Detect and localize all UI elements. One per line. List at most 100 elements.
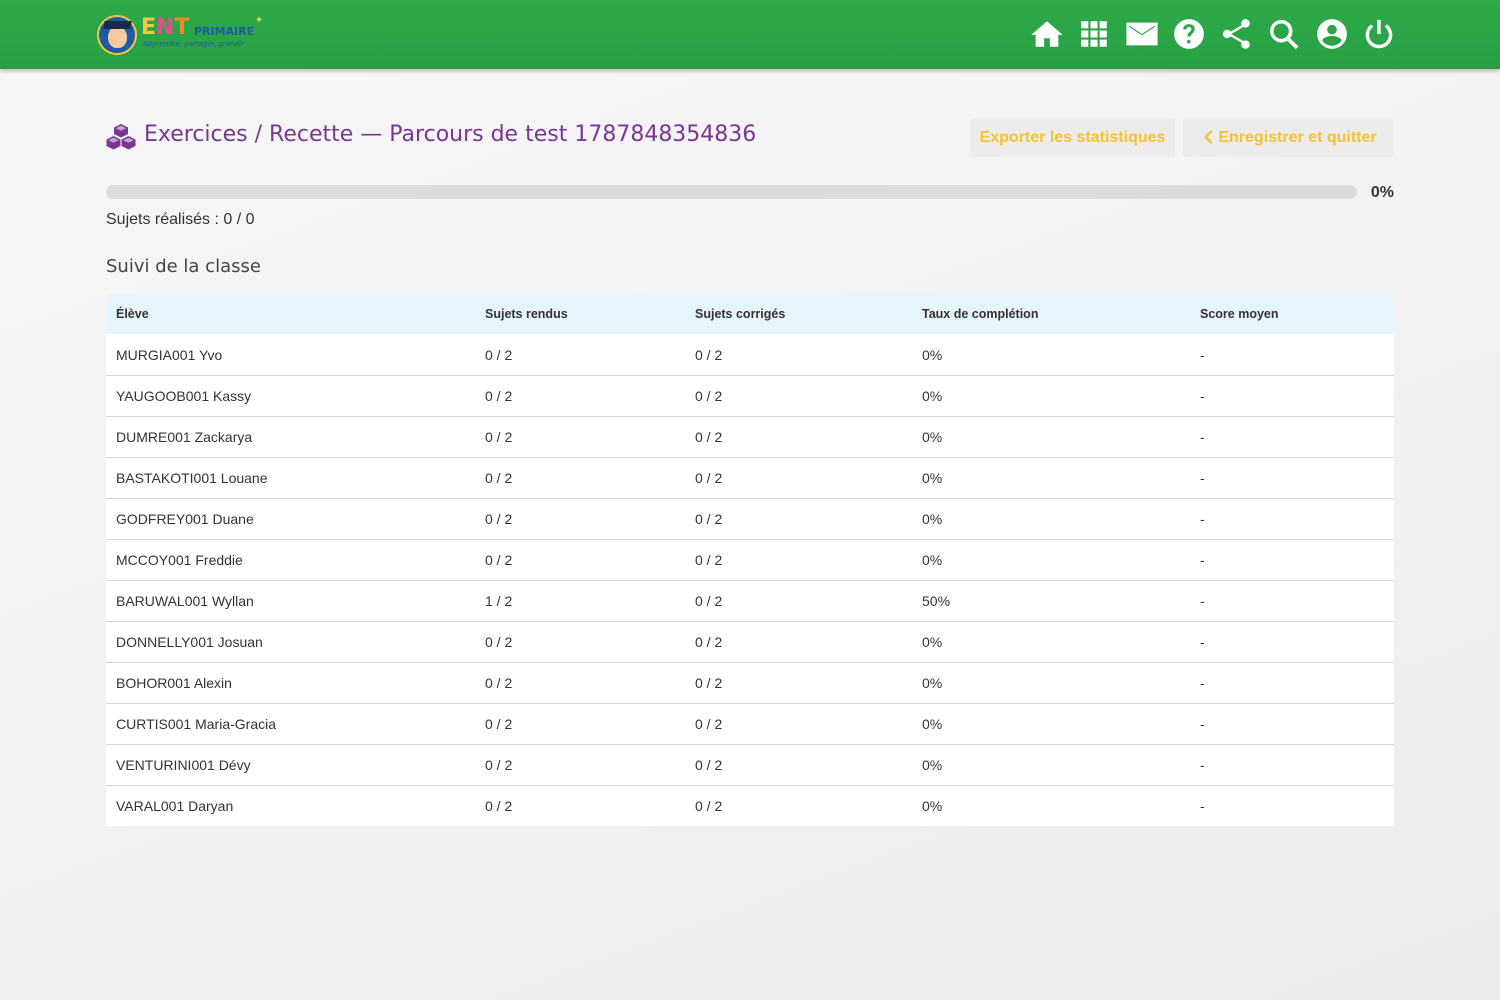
cubes-icon [106,124,136,150]
student-name: VARAL001 Daryan [116,798,234,814]
submitted-count: 0 / 2 [485,798,513,814]
save-and-quit-button[interactable]: Enregistrer et quitter [1183,118,1394,157]
average-score: - [1200,552,1205,568]
page-title: Exercices / Recette — Parcours de test 1… [144,122,757,147]
submitted-count: 0 / 2 [485,388,513,404]
student-name: MCCOY001 Freddie [116,552,243,568]
average-score: - [1200,429,1205,445]
search-icon[interactable] [1261,15,1309,53]
table-row[interactable]: DONNELLY001 Josuan 0 / 2 0 / 2 0% - [106,621,1394,662]
submitted-count: 0 / 2 [485,757,513,773]
column-header-submitted[interactable]: Sujets rendus [475,307,685,321]
completion-rate: 50% [922,593,951,609]
completion-rate: 0% [922,552,943,568]
save-and-quit-label: Enregistrer et quitter [1218,128,1377,146]
student-name: BARUWAL001 Wyllan [116,593,254,609]
corrected-count: 0 / 2 [695,346,723,363]
corrected-count: 0 / 2 [695,798,723,814]
corrected-count: 0 / 2 [695,511,723,527]
corrected-count: 0 / 2 [695,593,723,609]
average-score: - [1200,388,1205,404]
top-navigation-bar: ENT PRIMAIRE Apprendre, partager, grandi… [0,0,1500,69]
column-header-average-score[interactable]: Score moyen [1190,307,1394,321]
submitted-count: 0 / 2 [485,675,513,691]
table-body: MURGIA001 Yvo 0 / 2 0 / 2 0% - YAUGOOB001 Ka… [106,334,1394,826]
table-row[interactable]: CURTIS001 Maria-Gracia 0 / 2 0 / 2 0% - [106,703,1394,744]
logo-badge [97,15,137,55]
average-score: - [1200,511,1205,527]
completion-rate: 0% [922,798,943,814]
completion-rate: 0% [922,470,943,486]
submitted-count: 0 / 2 [485,429,513,445]
export-statistics-button[interactable]: Exporter les statistiques [970,118,1175,157]
section-title: Suivi de la classe [106,256,261,277]
logo-primaire-text: PRIMAIRE [194,25,255,38]
average-score: - [1200,470,1205,486]
table-row[interactable]: MURGIA001 Yvo 0 / 2 0 / 2 0% - [106,334,1394,375]
student-name: YAUGOOB001 Kassy [116,388,252,404]
mail-icon[interactable] [1118,15,1166,53]
submitted-count: 0 / 2 [485,346,513,363]
student-name: GODFREY001 Duane [116,511,254,527]
power-icon[interactable] [1356,15,1404,53]
table-row[interactable]: BASTAKOTI001 Louane 0 / 2 0 / 2 0% - [106,457,1394,498]
average-score: - [1200,675,1205,691]
share-icon[interactable] [1213,15,1261,53]
average-score: - [1200,798,1205,814]
completion-rate: 0% [922,716,943,732]
corrected-count: 0 / 2 [695,716,723,732]
chevron-left-icon [1204,130,1213,144]
apps-icon[interactable] [1071,15,1119,53]
student-name: DUMRE001 Zackarya [116,429,253,445]
corrected-count: 0 / 2 [695,552,723,568]
corrected-count: 0 / 2 [695,429,723,445]
table-header: Élève Sujets rendus Sujets corrigés Taux… [106,294,1394,334]
ent-primaire-logo[interactable]: ENT PRIMAIRE Apprendre, partager, grandi… [97,13,272,57]
subjects-done-text: Sujets réalisés : 0 / 0 [106,211,255,228]
table-row[interactable]: GODFREY001 Duane 0 / 2 0 / 2 0% - [106,498,1394,539]
table-row[interactable]: DUMRE001 Zackarya 0 / 2 0 / 2 0% - [106,416,1394,457]
help-icon[interactable] [1166,15,1214,53]
submitted-count: 0 / 2 [485,634,513,650]
table-row[interactable]: MCCOY001 Freddie 0 / 2 0 / 2 0% - [106,539,1394,580]
corrected-count: 0 / 2 [695,675,723,691]
submitted-count: 0 / 2 [485,470,513,486]
student-name: CURTIS001 Maria-Gracia [116,716,277,732]
average-score: - [1200,757,1205,773]
progress-bar [106,185,1357,199]
column-header-student[interactable]: Élève [106,307,475,321]
completion-rate: 0% [922,346,943,363]
corrected-count: 0 / 2 [695,470,723,486]
table-row[interactable]: VARAL001 Daryan 0 / 2 0 / 2 0% - [106,785,1394,826]
completion-rate: 0% [922,429,943,445]
logo-ent-text: ENT [141,15,190,40]
submitted-count: 0 / 2 [485,552,513,568]
completion-rate: 0% [922,511,943,527]
submitted-count: 0 / 2 [485,511,513,527]
student-name: BOHOR001 Alexin [116,675,232,691]
user-icon[interactable] [1308,15,1356,53]
table-row[interactable]: BARUWAL001 Wyllan 1 / 2 0 / 2 50% - [106,580,1394,621]
corrected-count: 0 / 2 [695,634,723,650]
corrected-count: 0 / 2 [695,388,723,404]
submitted-count: 1 / 2 [485,593,513,609]
student-name: BASTAKOTI001 Louane [116,470,268,486]
average-score: - [1200,593,1205,609]
page-header: Exercices / Recette — Parcours de test 1… [106,118,1394,158]
column-header-corrected[interactable]: Sujets corrigés [685,307,912,321]
average-score: - [1200,346,1205,363]
completion-rate: 0% [922,634,943,650]
home-icon[interactable] [1023,15,1071,53]
average-score: - [1200,716,1205,732]
progress-percent: 0% [1370,184,1394,201]
student-name: VENTURINI001 Dévy [116,757,251,773]
completion-rate: 0% [922,675,943,691]
completion-rate: 0% [922,757,943,773]
table-row[interactable]: VENTURINI001 Dévy 0 / 2 0 / 2 0% - [106,744,1394,785]
table-row[interactable]: YAUGOOB001 Kassy 0 / 2 0 / 2 0% - [106,375,1394,416]
average-score: - [1200,634,1205,650]
student-name: DONNELLY001 Josuan [116,634,263,650]
table-row[interactable]: BOHOR001 Alexin 0 / 2 0 / 2 0% - [106,662,1394,703]
nav-icons [1023,15,1403,53]
column-header-completion[interactable]: Taux de complétion [912,307,1190,321]
